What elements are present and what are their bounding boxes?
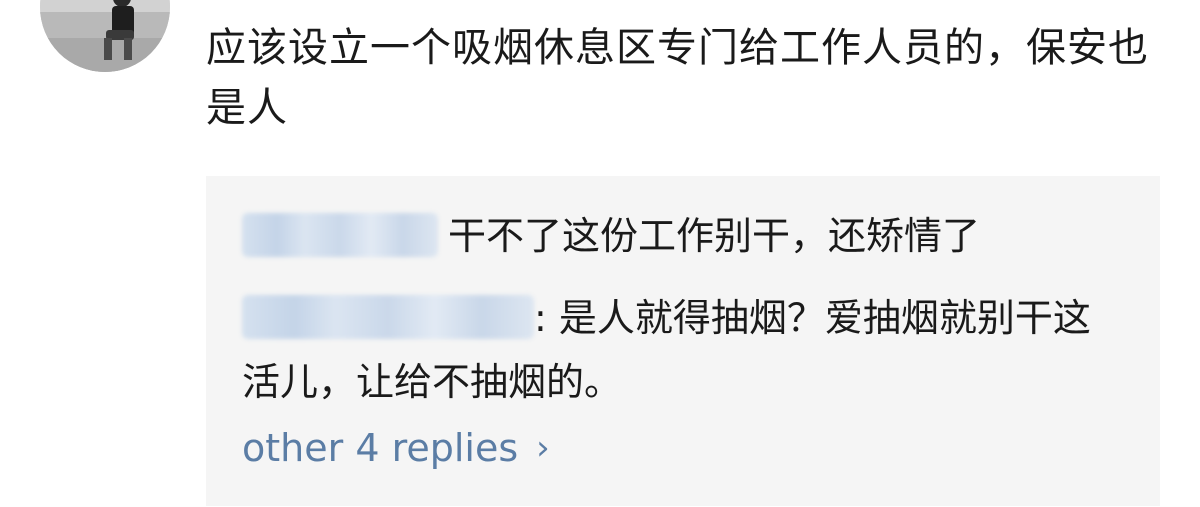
reply-text: 干不了这份工作别干，还矫情了	[448, 214, 981, 258]
avatar-photo	[40, 0, 170, 72]
avatar[interactable]	[40, 0, 170, 72]
reply-author-blurred[interactable]	[242, 294, 534, 339]
comment-text: 应该设立一个吸烟休息区专门给工作人员的，保安也是人	[206, 25, 1149, 131]
reply-item[interactable]: 干不了这份工作别干，还矫情了	[242, 204, 980, 268]
reply-author-blurred[interactable]	[242, 212, 438, 257]
chevron-right-icon: ›	[536, 428, 550, 468]
reply-item[interactable]: : 是人就得抽烟？爱抽烟就别干这活儿，让给不抽烟的。	[242, 286, 1122, 414]
replies-panel: 干不了这份工作别干，还矫情了 : 是人就得抽烟？爱抽烟就别干这活儿，让给不抽烟的…	[206, 176, 1160, 506]
reply-separator: :	[534, 296, 559, 340]
more-replies-label: other 4 replies	[242, 426, 519, 470]
more-replies-link[interactable]: other 4 replies ›	[242, 420, 550, 476]
